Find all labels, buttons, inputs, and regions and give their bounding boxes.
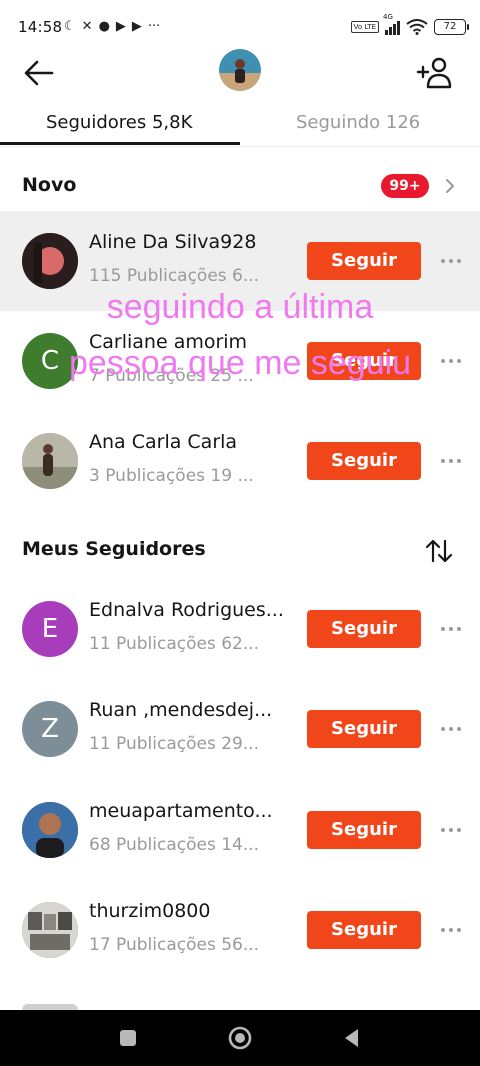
home-icon[interactable] — [226, 1024, 254, 1052]
chat-icon: ● — [98, 19, 110, 34]
follow-button[interactable]: Seguir — [307, 610, 421, 648]
follower-name[interactable]: Ana Carla Carla — [89, 431, 289, 453]
play-icon: ▶ — [131, 19, 142, 34]
notification-icons: ☾ ✕ ● ▶ ▶ ··· — [64, 16, 160, 38]
follower-name[interactable]: thurzim0800 — [89, 900, 289, 922]
avatar[interactable]: E — [22, 601, 78, 657]
more-options-icon[interactable] — [440, 820, 462, 840]
more-options-icon[interactable] — [440, 451, 462, 471]
add-user-icon[interactable] — [416, 54, 452, 90]
list-item[interactable]: Ana Carla Carla 3 Publicações 19 ... Seg… — [0, 411, 480, 511]
sort-arrows-icon[interactable] — [424, 538, 454, 564]
list-item[interactable]: E Ednalva Rodrigues... 11 Publicações 62… — [0, 579, 480, 679]
avatar-letter: Z — [41, 714, 59, 744]
system-nav-bar — [0, 1010, 480, 1066]
follower-name[interactable]: Carliane amorim — [89, 331, 289, 353]
volte-icon: Vo LTE — [350, 21, 379, 33]
more-options-icon[interactable] — [440, 251, 462, 271]
follow-button[interactable]: Seguir — [307, 342, 421, 380]
follower-name[interactable]: Ednalva Rodrigues... — [89, 599, 289, 621]
list-item[interactable]: meuapartamento... 68 Publicações 14... S… — [0, 780, 480, 880]
followers-section-title: Meus Seguidores — [22, 538, 206, 560]
follower-name[interactable]: meuapartamento... — [89, 800, 289, 822]
list-item[interactable]: Aline Da Silva928 115 Publicações 6... S… — [0, 211, 480, 311]
arrow-left-icon[interactable] — [22, 56, 56, 90]
tab-followers[interactable]: Seguidores 5,8K — [46, 112, 192, 133]
wifi-icon — [406, 19, 428, 35]
follower-meta: 11 Publicações 29... — [89, 734, 260, 754]
avatar-photo — [22, 802, 78, 858]
battery-icon: 72 — [434, 19, 469, 35]
list-item[interactable]: C Carliane amorim 7 Publicações 25 ... S… — [0, 311, 480, 411]
new-section-title: Novo — [22, 174, 77, 196]
follower-meta: 11 Publicações 62... — [89, 634, 260, 654]
play-icon: ▶ — [115, 19, 126, 34]
avatar[interactable]: Z — [22, 701, 78, 757]
more-options-icon[interactable] — [440, 351, 462, 371]
follow-button[interactable]: Seguir — [307, 911, 421, 949]
avatar[interactable] — [22, 433, 78, 489]
recents-icon[interactable] — [114, 1024, 142, 1052]
avatar[interactable] — [22, 802, 78, 858]
more-options-icon[interactable] — [440, 619, 462, 639]
follow-button[interactable]: Seguir — [307, 710, 421, 748]
network-type-label: 4G — [383, 13, 393, 21]
follower-meta: 17 Publicações 56... — [89, 935, 260, 955]
mute-icon: ✕ — [81, 19, 93, 34]
profile-avatar[interactable] — [219, 49, 261, 91]
avatar-letter: E — [41, 614, 59, 644]
followers-tabs: Seguidores 5,8K Seguindo 126 — [0, 104, 480, 146]
active-tab-indicator — [0, 142, 240, 145]
tabs-divider — [0, 146, 480, 147]
status-time: 14:58 — [18, 18, 63, 36]
back-triangle-icon[interactable] — [338, 1024, 366, 1052]
profile-photo — [219, 49, 261, 91]
list-item[interactable]: thurzim0800 17 Publicações 56... Seguir — [0, 880, 480, 980]
more-options-icon[interactable] — [440, 920, 462, 940]
tab-following[interactable]: Seguindo 126 — [296, 112, 420, 133]
follower-name[interactable]: Aline Da Silva928 — [89, 231, 289, 253]
list-item[interactable]: Z Ruan ,mendesdej... 11 Publicações 29..… — [0, 679, 480, 779]
moon-icon: ☾ — [64, 19, 76, 34]
avatar-photo — [22, 233, 78, 289]
follower-meta: 7 Publicações 25 ... — [89, 366, 254, 386]
follow-button[interactable]: Seguir — [307, 442, 421, 480]
follower-meta: 115 Publicações 6... — [89, 266, 260, 286]
new-followers-badge[interactable]: 99+ — [381, 174, 429, 198]
follow-button[interactable]: Seguir — [307, 242, 421, 280]
more-options-icon[interactable] — [440, 719, 462, 739]
avatar-photo — [22, 902, 78, 958]
header — [0, 48, 480, 96]
follower-meta: 3 Publicações 19 ... — [89, 466, 254, 486]
avatar[interactable] — [22, 902, 78, 958]
avatar-letter: C — [40, 346, 60, 376]
system-icons: Vo LTE 4G 72 — [350, 13, 469, 38]
signal-icon: 4G — [383, 13, 400, 35]
follower-meta: 68 Publicações 14... — [89, 835, 260, 855]
avatar-photo — [22, 433, 78, 489]
more-dots-icon: ··· — [147, 19, 161, 34]
follower-name[interactable]: Ruan ,mendesdej... — [89, 699, 289, 721]
follow-button[interactable]: Seguir — [307, 811, 421, 849]
avatar[interactable]: C — [22, 333, 78, 389]
avatar[interactable] — [22, 233, 78, 289]
chevron-right-icon[interactable] — [442, 176, 458, 196]
